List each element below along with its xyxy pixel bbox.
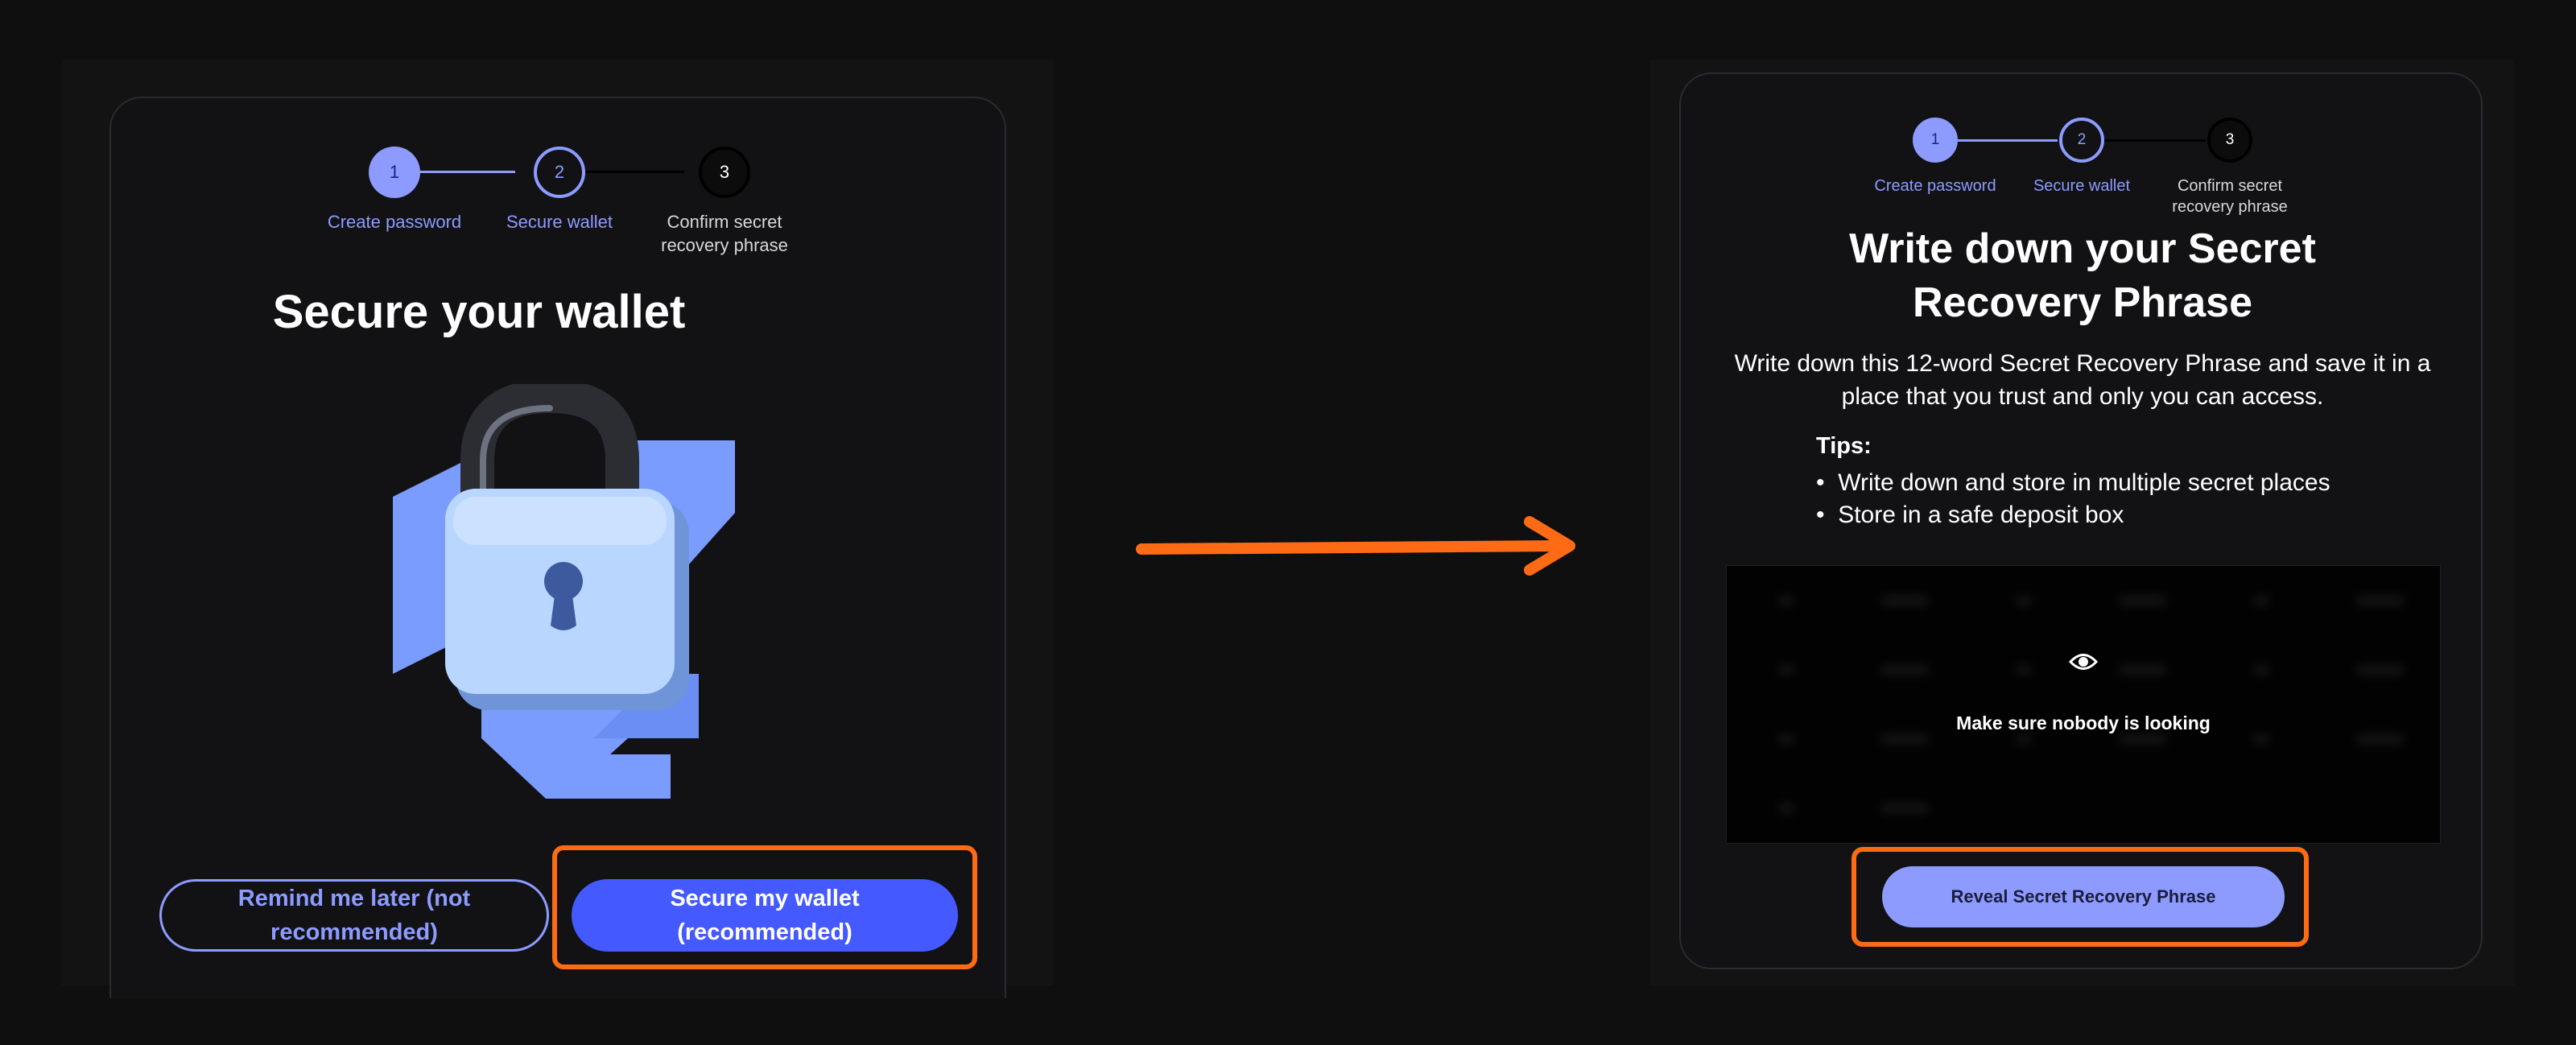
step-label-3: Confirm secret recovery phrase <box>2172 177 2288 216</box>
secure-wallet-highlight <box>552 845 977 969</box>
tip-item: • Store in a safe deposit box <box>1816 502 2124 528</box>
right-arrow-icon <box>1136 516 1575 576</box>
tip-item: • Write down and store in multiple secre… <box>1816 469 2330 496</box>
step-number-3: 3 <box>719 162 730 182</box>
page-title: Secure your wallet <box>272 286 686 338</box>
step-circle-1: 1 <box>369 147 420 198</box>
tip-text: Write down and store in multiple secret … <box>1838 469 2330 496</box>
step-number-3: 3 <box>2225 131 2235 148</box>
step-label-1: Create password <box>1874 177 1996 195</box>
step-label-1: Create password <box>327 212 462 232</box>
step-number-2: 2 <box>554 162 565 182</box>
page-title: Write down your Secret Recovery Phrase <box>1849 225 2316 326</box>
padlock-icon <box>393 378 735 799</box>
step-circle-3: 3 <box>2207 118 2252 163</box>
step-circle-2: 2 <box>534 147 585 198</box>
reveal-phrase-highlight <box>1852 847 2309 947</box>
step-circle-2: 2 <box>2059 118 2104 163</box>
tips-heading: Tips: <box>1816 433 1872 459</box>
step-number-1: 1 <box>389 162 400 182</box>
step-number-1: 1 <box>1930 131 1940 148</box>
remind-later-button[interactable]: Remind me later (not recommended) <box>159 879 549 952</box>
padlock-illustration <box>393 378 763 807</box>
blurred-phrase-words <box>1727 566 2440 843</box>
step-label-2: Secure wallet <box>506 212 613 232</box>
step-label-3: Confirm secret recovery phrase <box>661 212 788 255</box>
step-number-2: 2 <box>2077 131 2087 148</box>
description-text: Write down this 12-word Secret Recovery … <box>1734 350 2431 410</box>
step-circle-3: 3 <box>699 147 750 198</box>
tips-list: • Write down and store in multiple secre… <box>1816 467 2330 531</box>
step-label-2: Secure wallet <box>2033 177 2131 195</box>
step-circle-1: 1 <box>1913 118 1958 163</box>
phrase-overlay-text: Make sure nobody is looking <box>1956 712 2211 733</box>
tip-text: Store in a safe deposit box <box>1838 502 2124 528</box>
eye-icon <box>2069 654 2098 670</box>
recovery-phrase-card: 1 2 3 Create password Secure wallet Conf… <box>1679 72 2483 969</box>
secret-phrase-box: Make sure nobody is looking <box>1726 565 2441 844</box>
